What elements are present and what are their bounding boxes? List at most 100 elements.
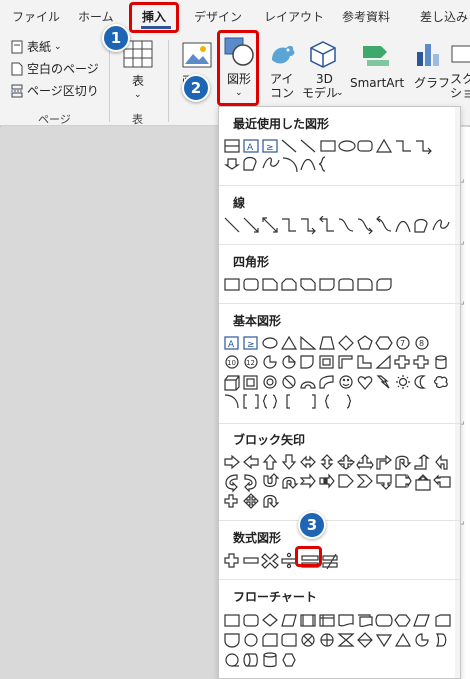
shape-item[interactable] [416, 140, 432, 155]
shape-item[interactable] [224, 394, 239, 409]
shape-item[interactable] [395, 473, 412, 489]
shape-item[interactable]: 8 [415, 336, 429, 350]
shape-item[interactable] [300, 335, 317, 350]
tab-file[interactable]: ファイル [12, 8, 60, 25]
shape-item[interactable] [375, 336, 393, 350]
screenshot-button[interactable]: スク ショ [448, 38, 470, 106]
shape-item[interactable] [433, 474, 451, 488]
shape-item[interactable] [356, 454, 374, 470]
shape-item[interactable] [282, 375, 296, 389]
shape-item[interactable] [281, 614, 297, 627]
shape-item[interactable] [282, 476, 299, 489]
shape-item[interactable] [300, 139, 316, 153]
shape-item[interactable] [357, 335, 373, 350]
shape-item[interactable] [375, 634, 393, 648]
tab-home[interactable]: ホーム [78, 8, 114, 25]
shape-item[interactable] [300, 381, 316, 389]
3d-models-button[interactable]: 3D モデル ⌄ [302, 38, 346, 106]
shape-item[interactable] [244, 474, 257, 493]
shape-item[interactable] [357, 278, 373, 291]
shape-item[interactable] [300, 614, 316, 627]
shape-item[interactable]: A [224, 336, 239, 350]
shape-item[interactable] [319, 375, 334, 389]
shape-item[interactable] [262, 394, 278, 409]
tab-references[interactable]: 参考資料 [342, 8, 390, 25]
shape-item[interactable] [301, 218, 316, 235]
shape-item[interactable] [225, 653, 239, 667]
shape-item[interactable] [318, 156, 326, 172]
shape-item[interactable] [394, 632, 412, 647]
divide-shape-icon[interactable] [281, 552, 297, 569]
shape-item[interactable] [357, 218, 373, 235]
shape-item[interactable] [338, 355, 353, 369]
shape-item[interactable] [262, 157, 280, 169]
shape-item[interactable] [263, 473, 280, 488]
shape-item[interactable] [281, 633, 297, 647]
shape-item[interactable] [413, 614, 430, 627]
shape-item[interactable] [376, 454, 392, 470]
shape-item[interactable]: 7 [396, 336, 410, 350]
shape-item[interactable] [280, 335, 298, 350]
gallery-scrollbar[interactable] [455, 107, 460, 678]
shape-item[interactable] [338, 614, 354, 627]
shape-item[interactable] [414, 454, 430, 470]
shape-item[interactable] [413, 355, 429, 369]
shape-item[interactable] [435, 633, 447, 647]
shape-item[interactable] [243, 454, 259, 470]
shape-item[interactable] [319, 216, 334, 232]
shape-item[interactable] [396, 140, 411, 152]
shape-item[interactable] [375, 138, 393, 153]
shape-item[interactable] [299, 473, 316, 489]
shape-item[interactable] [337, 633, 355, 647]
shape-item[interactable] [357, 140, 373, 152]
shape-item[interactable] [357, 376, 373, 390]
shape-item[interactable] [415, 633, 429, 647]
blank-page-button[interactable]: 空白のページ [10, 60, 99, 77]
shape-item[interactable] [300, 278, 316, 291]
shape-item[interactable] [375, 614, 393, 627]
shape-item[interactable] [376, 216, 392, 232]
shape-item[interactable]: 10 [225, 355, 239, 369]
shape-item[interactable] [262, 337, 278, 349]
shape-item[interactable] [262, 278, 278, 291]
shape-item[interactable] [319, 614, 335, 627]
shape-item[interactable] [225, 474, 238, 493]
shape-item[interactable] [435, 355, 447, 370]
shape-item[interactable] [434, 376, 448, 389]
shape-item[interactable] [395, 220, 411, 233]
shape-item[interactable]: ≥ [243, 336, 258, 350]
shape-item[interactable] [435, 454, 448, 470]
shape-item[interactable] [224, 217, 240, 233]
shape-item[interactable] [224, 614, 240, 627]
shape-item[interactable] [244, 633, 258, 647]
shape-item[interactable] [243, 156, 257, 171]
shape-item[interactable] [415, 474, 431, 491]
shape-item[interactable] [395, 455, 412, 470]
shape-item[interactable] [262, 454, 278, 470]
shape-item[interactable] [224, 454, 240, 470]
shape-item[interactable] [224, 278, 240, 291]
shape-item[interactable] [224, 375, 240, 391]
shape-item[interactable] [300, 158, 316, 171]
shape-item[interactable] [286, 394, 290, 409]
shape-item[interactable] [224, 494, 238, 508]
shape-item[interactable] [282, 157, 298, 173]
shape-item[interactable] [375, 354, 391, 369]
tab-layout[interactable]: レイアウト [264, 8, 324, 25]
cover-page-button[interactable]: 表紙 ⌄ [10, 38, 62, 55]
shape-item[interactable] [282, 355, 296, 369]
tab-design[interactable]: デザイン [194, 8, 242, 25]
shape-item[interactable] [396, 375, 410, 389]
shape-item[interactable] [243, 394, 259, 409]
shape-item[interactable] [320, 633, 334, 647]
shape-item[interactable] [338, 140, 356, 152]
shape-item[interactable] [243, 375, 258, 390]
shape-item[interactable] [224, 158, 240, 170]
shape-item[interactable] [319, 278, 335, 291]
shape-item[interactable] [300, 355, 314, 369]
shape-item[interactable] [338, 474, 354, 488]
shape-item[interactable] [357, 632, 373, 648]
shape-item[interactable] [281, 454, 297, 470]
shape-item[interactable] [320, 140, 336, 152]
shape-item[interactable] [243, 493, 259, 509]
